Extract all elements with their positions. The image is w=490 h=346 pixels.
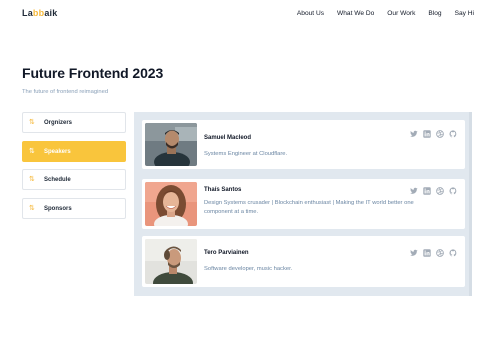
sort-arrows-icon: ⇅: [29, 176, 35, 183]
linkedin-icon[interactable]: [423, 130, 431, 138]
nav-link-about-us[interactable]: About Us: [297, 10, 324, 17]
sort-arrows-icon: ⇅: [29, 205, 35, 212]
sort-arrows-icon: ⇅: [29, 119, 35, 126]
logo-text-part: aik: [44, 8, 58, 18]
linkedin-icon[interactable]: [423, 249, 431, 257]
logo-text-accent: bb: [32, 8, 45, 18]
nav-link-our-work[interactable]: Our Work: [387, 10, 415, 17]
tab-speakers[interactable]: ⇅ Speakers: [22, 141, 126, 162]
social-links: [410, 187, 457, 195]
speaker-card[interactable]: Samuel Macleod Systems Engineer at Cloud…: [142, 120, 465, 169]
speakers-panel[interactable]: Samuel Macleod Systems Engineer at Cloud…: [134, 112, 472, 296]
panel-scrollbar[interactable]: [469, 112, 472, 296]
speaker-name: Samuel Macleod: [204, 135, 252, 141]
site-header: Labbaik About Us What We Do Our Work Blo…: [0, 0, 490, 28]
tab-label: Schedule: [44, 176, 71, 183]
speaker-photo: [145, 182, 197, 226]
logo[interactable]: Labbaik: [22, 8, 57, 18]
tab-label: Sponsors: [44, 205, 72, 212]
tab-label: Speakers: [44, 148, 71, 155]
dribbble-icon[interactable]: [436, 130, 444, 138]
page-title: Future Frontend 2023: [22, 65, 164, 81]
tab-orgnizers[interactable]: ⇅ Orgnizers: [22, 112, 126, 133]
twitter-icon[interactable]: [410, 249, 418, 257]
github-icon[interactable]: [449, 249, 457, 257]
linkedin-icon[interactable]: [423, 187, 431, 195]
speaker-bio: Design Systems crusader | Blockchain ent…: [204, 200, 414, 215]
dribbble-icon[interactable]: [436, 187, 444, 195]
logo-text-part: La: [22, 8, 33, 18]
nav-link-say-hi[interactable]: Say Hi: [455, 10, 474, 17]
dribbble-icon[interactable]: [436, 249, 444, 257]
twitter-icon[interactable]: [410, 130, 418, 138]
main-nav: About Us What We Do Our Work Blog Say Hi: [297, 10, 474, 17]
speaker-bio: Systems Engineer at Cloudflare.: [204, 151, 288, 157]
nav-link-what-we-do[interactable]: What We Do: [337, 10, 374, 17]
speaker-card[interactable]: Tero Parviainen Software developer, musi…: [142, 236, 465, 287]
speaker-photo: [145, 123, 197, 166]
tab-label: Orgnizers: [44, 119, 73, 126]
github-icon[interactable]: [449, 130, 457, 138]
speaker-card[interactable]: Thaís Santos Design Systems crusader | B…: [142, 179, 465, 229]
speaker-bio: Software developer, music hacker.: [204, 266, 293, 272]
twitter-icon[interactable]: [410, 187, 418, 195]
tab-schedule[interactable]: ⇅ Schedule: [22, 169, 126, 190]
social-links: [410, 249, 457, 257]
nav-link-blog[interactable]: Blog: [428, 10, 441, 17]
speaker-name: Tero Parviainen: [204, 250, 249, 256]
speaker-photo: [145, 239, 197, 284]
page-subtitle: The future of frontend reimagined: [22, 89, 109, 95]
sort-arrows-icon: ⇅: [29, 148, 35, 155]
speaker-name: Thaís Santos: [204, 187, 242, 193]
tab-sponsors[interactable]: ⇅ Sponsors: [22, 198, 126, 219]
social-links: [410, 130, 457, 138]
github-icon[interactable]: [449, 187, 457, 195]
